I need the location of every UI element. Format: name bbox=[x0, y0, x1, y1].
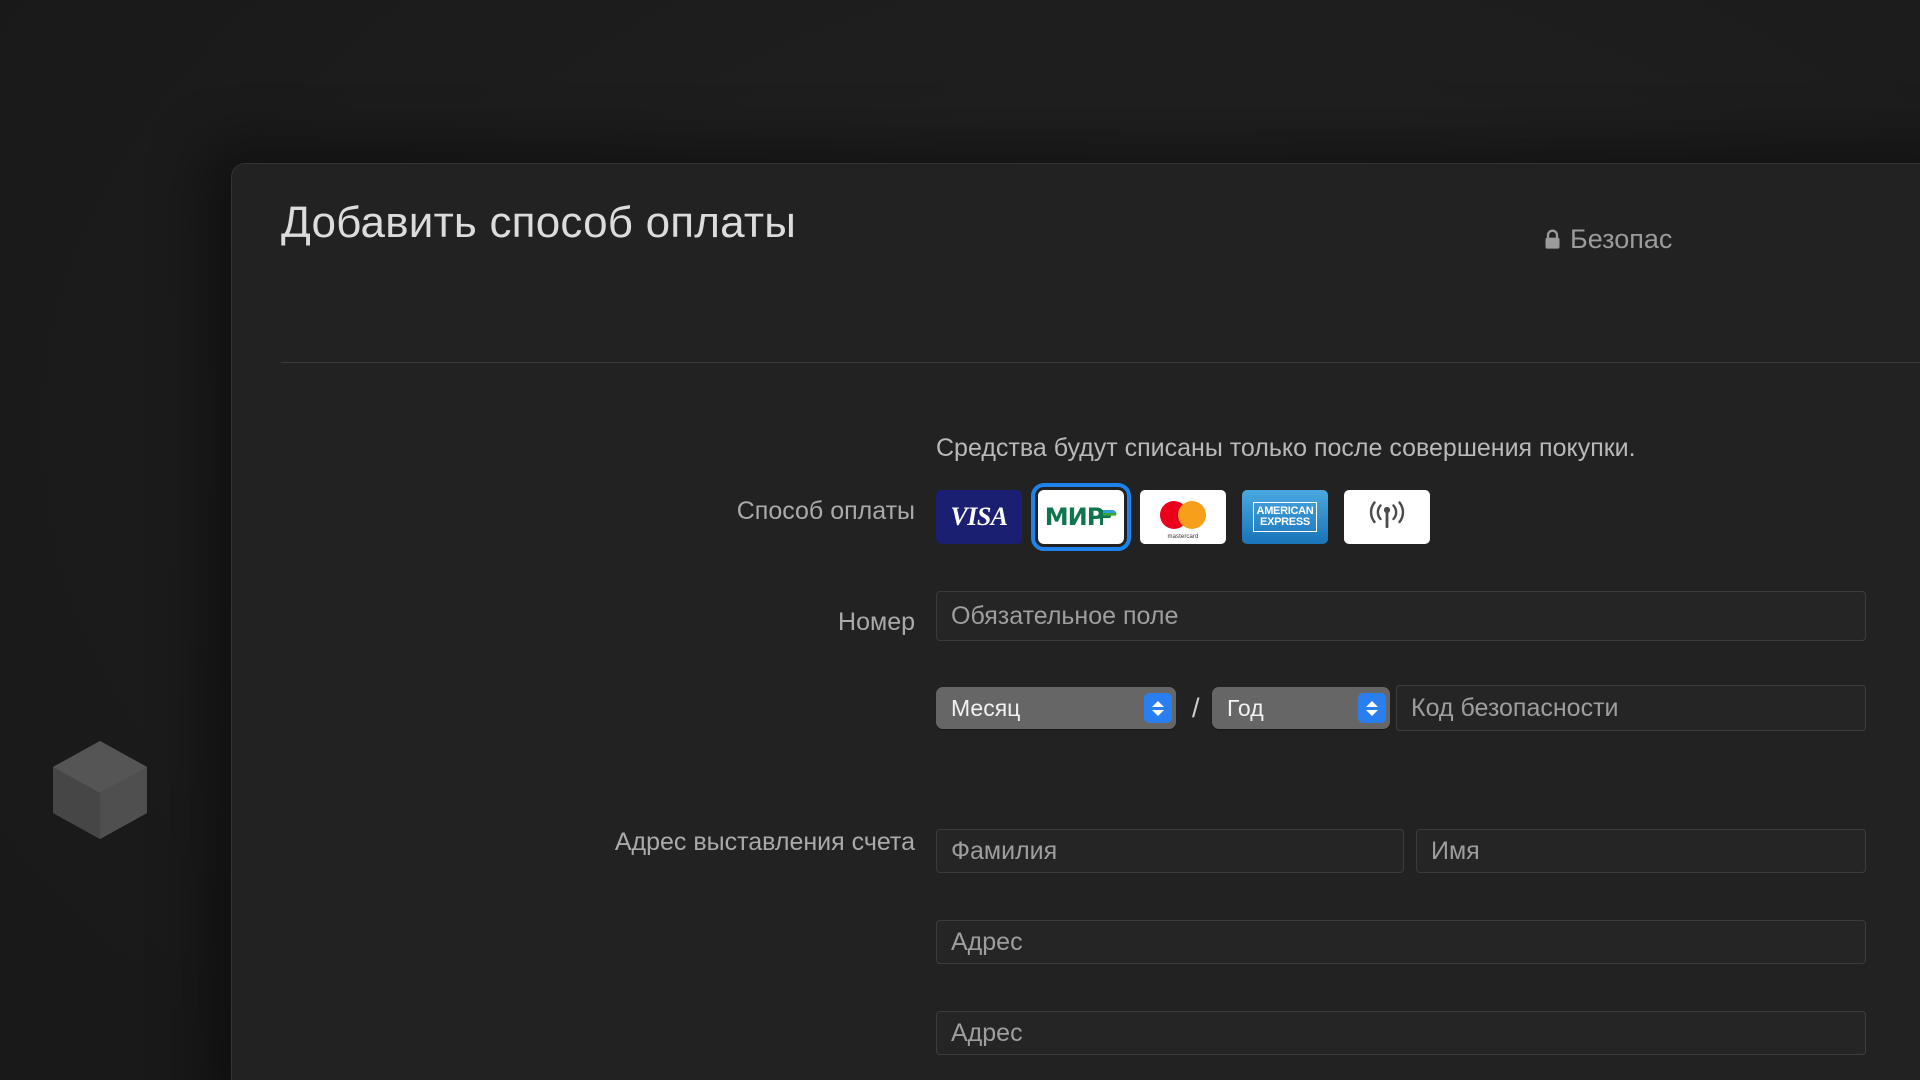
payment-brand-list: VISA МИР mastercard AMERICAN EXPRESS bbox=[936, 483, 1430, 551]
brand-option-visa[interactable]: VISA bbox=[936, 490, 1022, 544]
billing-address-label: Адрес выставления счета bbox=[614, 828, 915, 856]
address-line1-input[interactable] bbox=[936, 920, 1866, 964]
amex-line2: EXPRESS bbox=[1260, 516, 1310, 528]
expiry-month-stepper[interactable] bbox=[1144, 693, 1172, 723]
brand-option-mir[interactable]: МИР bbox=[1031, 483, 1131, 551]
expiry-year-stepper[interactable] bbox=[1358, 693, 1386, 723]
charge-note: Средства будут списаны только после сове… bbox=[936, 434, 1636, 462]
secure-label: Безопас bbox=[1570, 224, 1673, 254]
card-number-label: Номер bbox=[838, 608, 915, 636]
mastercard-wordmark: mastercard bbox=[1167, 534, 1199, 540]
expiry-month-select[interactable]: Месяц bbox=[936, 687, 1176, 729]
security-code-input[interactable] bbox=[1396, 685, 1866, 731]
card-number-input[interactable] bbox=[936, 591, 1866, 641]
secure-indicator: Безопас bbox=[1544, 224, 1672, 255]
brand-option-mastercard[interactable]: mastercard bbox=[1140, 490, 1226, 544]
chevron-down-icon bbox=[1152, 709, 1164, 716]
chevron-up-icon bbox=[1366, 700, 1378, 707]
expiry-separator: / bbox=[1192, 693, 1200, 723]
lock-icon bbox=[1544, 229, 1561, 250]
amex-logo: AMERICAN EXPRESS bbox=[1252, 502, 1318, 532]
mastercard-yellow-circle bbox=[1178, 500, 1206, 529]
payment-method-label: Способ оплаты bbox=[736, 497, 915, 525]
contactless-icon bbox=[1369, 501, 1405, 528]
screen: Добавить способ оплаты Безопас Средства … bbox=[0, 0, 1920, 1080]
expiry-month-value: Месяц bbox=[951, 694, 1021, 721]
mastercard-circles bbox=[1160, 500, 1206, 529]
last-name-input[interactable] bbox=[936, 829, 1404, 873]
expiry-year-value: Год bbox=[1227, 694, 1264, 721]
cube-logo bbox=[47, 737, 153, 843]
page-title: Добавить способ оплаты bbox=[281, 198, 797, 247]
expiry-year-select[interactable]: Год bbox=[1212, 687, 1390, 729]
address-line2-input[interactable] bbox=[936, 1011, 1866, 1055]
mir-logo: МИР bbox=[1045, 503, 1118, 531]
visa-wordmark: VISA bbox=[950, 502, 1008, 531]
brand-option-contactless[interactable] bbox=[1344, 490, 1430, 544]
header-divider bbox=[281, 362, 1920, 363]
first-name-input[interactable] bbox=[1416, 829, 1866, 873]
chevron-up-icon bbox=[1152, 700, 1164, 707]
brand-option-amex[interactable]: AMERICAN EXPRESS bbox=[1242, 490, 1328, 544]
mir-wordmark: МИР bbox=[1044, 503, 1105, 531]
chevron-down-icon bbox=[1366, 709, 1378, 716]
